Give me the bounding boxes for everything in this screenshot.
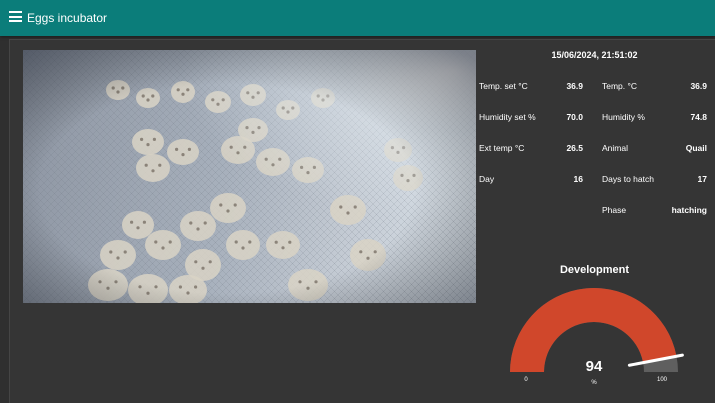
reading-label: Phase xyxy=(602,205,627,215)
reading-label: Ext temp °C xyxy=(479,143,525,153)
reading-value: hatching xyxy=(671,205,707,215)
reading-label: Humidity set % xyxy=(479,112,536,122)
reading-label: Temp. set °C xyxy=(479,81,528,91)
reading-value: 36.9 xyxy=(690,81,707,91)
reading-label: Temp. °C xyxy=(602,81,638,91)
reading-label: Days to hatch xyxy=(602,174,654,184)
gauge-max-label: 100 xyxy=(657,377,668,383)
reading-value: 26.5 xyxy=(566,143,583,153)
reading-value: 36.9 xyxy=(566,81,583,91)
reading-label: Humidity % xyxy=(602,112,645,122)
gauge-value: 94 xyxy=(586,358,603,375)
reading-value: 17 xyxy=(697,174,707,184)
reading-label: Day xyxy=(479,174,495,184)
reading-value: 70.0 xyxy=(566,112,583,122)
development-title: Development xyxy=(559,264,630,276)
hamburger-menu-icon[interactable] xyxy=(9,11,22,24)
reading-label: Animal xyxy=(602,143,628,153)
gauge-min-label: 0 xyxy=(524,377,528,383)
reading-value: Quail xyxy=(685,143,707,153)
app-header: Eggs incubator xyxy=(0,0,715,36)
app-title: Eggs incubator xyxy=(27,11,108,25)
reading-value: 16 xyxy=(573,174,583,184)
reading-value: 74.8 xyxy=(690,112,707,122)
gauge-unit: % xyxy=(591,380,597,386)
datetime-display: 15/06/2024, 21:51:02 xyxy=(551,50,638,60)
camera-feed xyxy=(23,50,476,303)
development-gauge: 94 % 0 100 xyxy=(510,287,684,386)
camera-image xyxy=(23,50,476,303)
